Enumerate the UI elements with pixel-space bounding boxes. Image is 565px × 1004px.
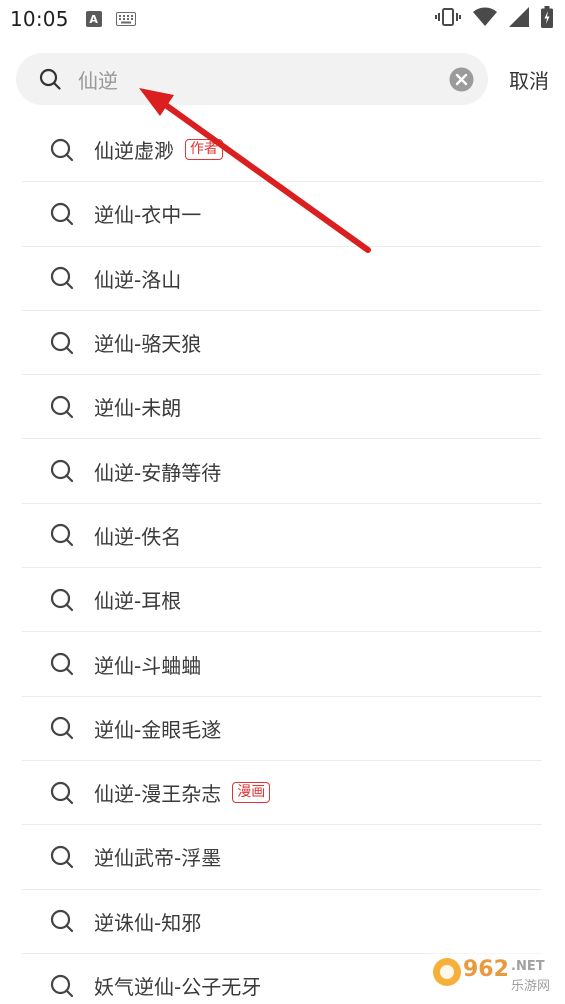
cancel-button[interactable]: 取消 <box>509 65 549 94</box>
suggestion-item[interactable]: 仙逆-安静等待 <box>22 439 542 504</box>
suggestion-item[interactable]: 逆诛仙-知邪 <box>22 890 542 954</box>
status-time: 10:05 <box>10 7 69 31</box>
suggestion-text: 逆诛仙-知邪 <box>94 910 202 935</box>
search-icon <box>49 330 75 356</box>
suggestion-text: 仙逆-耳根 <box>94 589 182 614</box>
status-icons <box>435 6 553 32</box>
suggestion-item[interactable]: 逆仙-金眼毛遂 <box>22 697 542 761</box>
suggestion-item[interactable]: 逆仙-未朗 <box>22 375 542 440</box>
notification-a-icon: A <box>85 11 102 27</box>
suggestion-text: 仙逆-洛山 <box>94 267 182 292</box>
suggestion-item[interactable]: 逆仙武帝-浮墨 <box>22 825 542 890</box>
suggestion-item[interactable]: 逆仙-骆天狼 <box>22 311 542 376</box>
suggestion-text: 逆仙-衣中一 <box>94 203 202 228</box>
battery-icon <box>541 6 553 32</box>
suggestion-item[interactable]: 仙逆虚渺 作者 <box>22 118 542 183</box>
suggestion-item[interactable]: 逆仙-衣中一 <box>22 182 542 247</box>
search-row: 取消 <box>16 53 549 105</box>
clear-icon[interactable] <box>448 66 474 92</box>
search-icon <box>49 973 75 999</box>
search-icon <box>49 780 75 806</box>
suggestion-text: 妖气逆仙-公子无牙 <box>94 975 262 999</box>
suggestion-text: 仙逆虚渺 <box>94 139 174 164</box>
suggestion-text: 逆仙-骆天狼 <box>94 332 202 357</box>
watermark-logo: 962 .NET 乐游网 <box>427 946 559 1000</box>
search-icon <box>38 67 62 91</box>
search-icon <box>49 651 75 677</box>
keyboard-icon <box>115 12 136 26</box>
search-input[interactable] <box>78 67 448 91</box>
search-icon <box>49 522 75 548</box>
wifi-icon <box>473 7 497 31</box>
suggestion-item[interactable]: 仙逆-佚名 <box>22 504 542 569</box>
suggestion-text: 仙逆-安静等待 <box>94 460 222 485</box>
svg-text:.NET: .NET <box>511 959 545 974</box>
search-icon <box>49 715 75 741</box>
suggestion-text: 仙逆-佚名 <box>94 524 182 549</box>
search-icon <box>49 265 75 291</box>
svg-text:乐游网: 乐游网 <box>511 979 550 994</box>
suggestion-text: 逆仙武帝-浮墨 <box>94 846 222 871</box>
suggestion-text: 仙逆-漫王杂志 <box>94 782 222 807</box>
suggestion-item[interactable]: 仙逆-耳根 <box>22 568 542 633</box>
status-bar: 10:05 A <box>0 0 565 38</box>
vibrate-icon <box>435 7 461 31</box>
suggestion-item[interactable]: 仙逆-漫王杂志 漫画 <box>22 761 542 826</box>
search-icon <box>49 844 75 870</box>
search-icon <box>49 908 75 934</box>
search-icon <box>49 587 75 613</box>
search-icon <box>49 201 75 227</box>
suggestion-tag: 漫画 <box>232 782 271 804</box>
suggestion-text: 逆仙-金眼毛遂 <box>94 717 222 742</box>
search-icon <box>49 458 75 484</box>
suggestion-list: 仙逆虚渺 作者逆仙-衣中一 仙逆-洛山逆仙-骆天狼 逆仙-未朗仙逆-安静等待 仙逆-佚名… <box>22 118 542 1004</box>
suggestion-item[interactable]: 逆仙-斗蛐蛐 <box>22 632 542 697</box>
suggestion-text: 逆仙-斗蛐蛐 <box>94 653 202 678</box>
search-icon <box>49 137 75 163</box>
suggestion-item[interactable]: 仙逆-洛山 <box>22 247 542 311</box>
svg-text:962: 962 <box>463 957 509 982</box>
search-box[interactable] <box>16 53 488 105</box>
signal-icon <box>509 7 529 31</box>
suggestion-text: 逆仙-未朗 <box>94 396 182 421</box>
search-icon <box>49 394 75 420</box>
suggestion-tag: 作者 <box>185 139 223 161</box>
